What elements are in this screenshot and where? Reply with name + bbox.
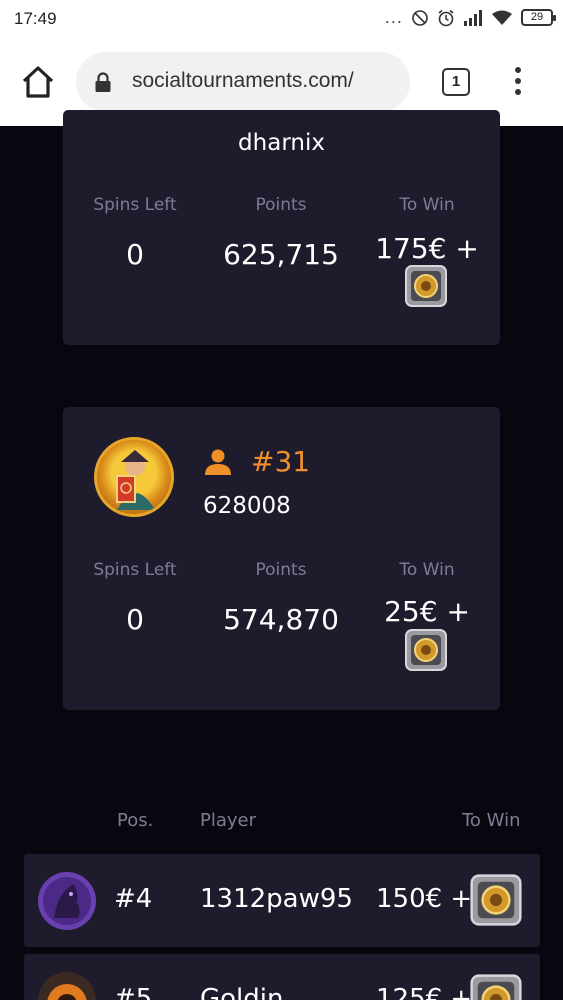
status-bar: 17:49 ... 29 (0, 0, 563, 38)
status-time: 17:49 (14, 9, 57, 28)
avatar (38, 872, 96, 930)
row-win: 125€ + (376, 984, 473, 1000)
rank-text: #31 (251, 445, 311, 478)
row-win: 150€ + (376, 884, 473, 914)
row-pos: #4 (114, 884, 153, 914)
towin-value: 25€ + (384, 595, 470, 628)
points-value: 574,870 (223, 603, 339, 636)
battery-icon: 29 (521, 9, 556, 26)
signal-icon (464, 9, 482, 26)
row-player: 1312paw95 (200, 884, 353, 914)
towin-label: To Win (399, 560, 455, 580)
header-towin: To Win (462, 810, 521, 831)
table-row[interactable]: #5 Goldin 125€ + (24, 954, 540, 1000)
status-icons: ... 29 (384, 8, 556, 27)
rank: #31 (203, 445, 310, 478)
more-vert-icon[interactable] (504, 64, 532, 100)
home-icon[interactable] (18, 62, 58, 102)
player-name: dharnix (238, 130, 325, 156)
avatar (38, 972, 96, 1000)
chest-icon (470, 874, 522, 926)
user-icon (205, 449, 231, 475)
row-player: Goldin (200, 984, 284, 1000)
avatar[interactable] (94, 437, 174, 517)
wifi-icon (492, 10, 512, 25)
lock-icon (95, 72, 111, 92)
chest-icon (405, 629, 447, 671)
chest-icon (470, 974, 522, 1000)
header-pos: Pos. (117, 810, 154, 831)
player-id: 628008 (203, 493, 291, 519)
spins-value: 0 (126, 238, 144, 271)
points-label: Points (255, 560, 307, 580)
url-text: socialtournaments.com/ (132, 69, 354, 92)
row-pos: #5 (114, 984, 153, 1000)
spins-label: Spins Left (93, 560, 177, 580)
top-player-card: dharnix Spins Left Points To Win 0 625,7… (63, 110, 500, 345)
points-value: 625,715 (223, 238, 339, 271)
chest-icon (405, 265, 447, 307)
tabs-icon[interactable]: 1 (442, 68, 470, 96)
towin-label: To Win (399, 195, 455, 215)
towin-value: 175€ + (375, 232, 479, 265)
table-row[interactable]: #4 1312paw95 150€ + (24, 854, 540, 947)
points-label: Points (255, 195, 307, 215)
mute-icon (412, 9, 428, 26)
my-position-card: #31 628008 Spins Left Points To Win 0 57… (63, 407, 500, 710)
address-bar[interactable]: socialtournaments.com/ (76, 52, 410, 112)
spins-value: 0 (126, 603, 144, 636)
spins-label: Spins Left (93, 195, 177, 215)
header-player: Player (200, 810, 257, 831)
alarm-icon (438, 9, 454, 26)
notification-dots-icon: ... (384, 8, 403, 27)
